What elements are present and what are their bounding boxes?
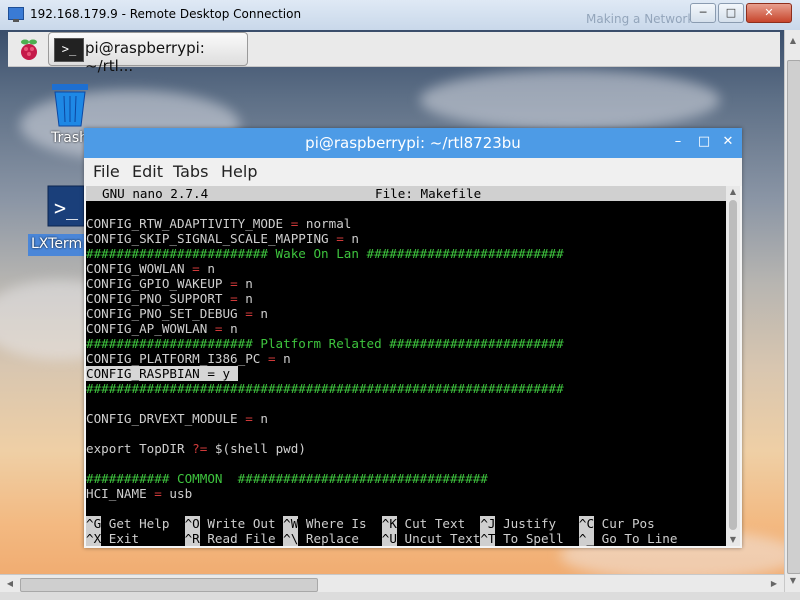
nano-file-label: File: Makefile <box>375 186 482 201</box>
makefile-line: CONFIG_SKIP_SIGNAL_SCALE_MAPPING = n <box>86 231 359 246</box>
background-window-title: Making a Network <box>586 12 695 26</box>
makefile-line: CONFIG_DRVEXT_MODULE = n <box>86 411 268 426</box>
rdc-vertical-scroll-thumb[interactable] <box>787 60 800 574</box>
svg-text:>_: >_ <box>54 196 79 220</box>
taskbar-terminal-label: pi@raspberrypi: ~/rtl... <box>85 39 205 75</box>
makefile-line: CONFIG_PLATFORM_I386_PC = n <box>86 351 291 366</box>
rdc-scroll-right-arrow[interactable]: ▶ <box>767 577 781 591</box>
rdc-scroll-up-arrow[interactable]: ▲ <box>786 34 800 48</box>
terminal-output[interactable]: GNU nano 2.7.4 File: Makefile CONFIG_RTW… <box>86 186 726 546</box>
shortcut-key[interactable]: ^K <box>381 516 397 531</box>
terminal-scrollbar[interactable]: ▲ ▼ <box>726 186 740 546</box>
raspberry-icon <box>21 39 37 60</box>
makefile-line: CONFIG_AP_WOWLAN = n <box>86 321 238 336</box>
raspberry-menu-button[interactable] <box>14 36 44 64</box>
rdc-window-title: 192.168.179.9 - Remote Desktop Connectio… <box>30 7 302 21</box>
rdc-vertical-scrollbar[interactable]: ▲ ▼ <box>784 30 800 592</box>
makefile-line: CONFIG_GPIO_WAKEUP = n <box>86 276 253 291</box>
shortcut-key[interactable]: ^W <box>283 516 299 531</box>
nano-version: GNU nano 2.7.4 <box>102 186 209 201</box>
makefile-comment-line: ########### COMMON #####################… <box>86 471 488 486</box>
rdc-close-button[interactable]: ✕ <box>746 3 792 23</box>
rdc-horizontal-scroll-thumb[interactable] <box>20 578 318 592</box>
rdc-maximize-button[interactable]: □ <box>718 3 744 23</box>
makefile-line: CONFIG_PNO_SET_DEBUG = n <box>86 306 268 321</box>
terminal-icon: >_ <box>54 38 84 62</box>
shortcut-key[interactable]: ^\ <box>283 531 299 546</box>
makefile-line: CONFIG_PNO_SUPPORT = n <box>86 291 253 306</box>
shortcut-key[interactable]: ^_ <box>578 531 595 546</box>
makefile-line: export TopDIR ?= $(shell pwd) <box>86 441 306 456</box>
taskbar-terminal-button[interactable]: >_ pi@raspberrypi: ~/rtl... <box>48 32 248 75</box>
trash-label: Trash <box>51 130 88 146</box>
nano-shortcuts-row-1: ^G Get Help ^O Write Out ^W Where Is ^K … <box>86 516 655 531</box>
shortcut-key[interactable]: ^X <box>86 531 102 546</box>
rdc-minimize-button[interactable]: ─ <box>690 3 716 23</box>
scroll-up-arrow[interactable]: ▲ <box>726 186 740 198</box>
lxterminal-label: LXTerm <box>31 236 83 252</box>
shortcut-key[interactable]: ^J <box>480 516 496 531</box>
rdc-scroll-down-arrow[interactable]: ▼ <box>786 574 800 588</box>
menu-edit[interactable]: Edit <box>132 162 163 181</box>
scroll-down-arrow[interactable]: ▼ <box>726 534 740 546</box>
cloud-decoration <box>420 70 720 130</box>
rdc-titlebar: 192.168.179.9 - Remote Desktop Connectio… <box>0 0 800 31</box>
shortcut-key[interactable]: ^G <box>86 516 102 531</box>
terminal-title: pi@raspberrypi: ~/rtl8723bu <box>305 134 521 152</box>
makefile-comment-line: ###################### Platform Related … <box>86 336 564 351</box>
menu-help[interactable]: Help <box>221 162 257 181</box>
trash-icon[interactable] <box>48 80 92 128</box>
terminal-minimize-button[interactable]: – <box>670 134 686 150</box>
makefile-line: HCI_NAME = usb <box>86 486 193 501</box>
shortcut-key[interactable]: ^T <box>480 531 496 546</box>
shortcut-key[interactable]: ^U <box>381 531 397 546</box>
shortcut-key[interactable]: ^O <box>184 516 200 531</box>
terminal-menubar: File Edit Tabs Help <box>84 158 742 186</box>
terminal-close-button[interactable]: ✕ <box>720 134 736 150</box>
shortcut-key[interactable]: ^R <box>184 531 200 546</box>
makefile-line: CONFIG_RTW_ADAPTIVITY_MODE = normal <box>86 216 352 231</box>
terminal-window: pi@raspberrypi: ~/rtl8723bu – □ ✕ File E… <box>84 128 742 548</box>
lxterminal-icon[interactable]: >_ <box>46 184 86 228</box>
rdc-horizontal-scrollbar[interactable]: ◀ ▶ <box>0 574 784 593</box>
rdc-scroll-left-arrow[interactable]: ◀ <box>3 577 17 591</box>
rdc-bottom-edge <box>0 592 800 600</box>
nano-shortcuts-row-2: ^X Exit ^R Read File ^\ Replace ^U Uncut… <box>86 531 678 546</box>
remote-desktop-icon <box>8 7 24 22</box>
makefile-line: CONFIG_WOWLAN = n <box>86 261 215 276</box>
terminal-titlebar[interactable]: pi@raspberrypi: ~/rtl8723bu – □ ✕ <box>84 128 742 158</box>
terminal-scroll-thumb[interactable] <box>729 200 737 530</box>
terminal-maximize-button[interactable]: □ <box>696 134 712 150</box>
nano-header: GNU nano 2.7.4 File: Makefile <box>86 186 726 201</box>
makefile-line-selected: CONFIG_RASPBIAN = y <box>86 366 238 381</box>
makefile-comment-line: ########################################… <box>86 381 564 396</box>
makefile-comment-line: ######################## Wake On Lan ###… <box>86 246 564 261</box>
menu-file[interactable]: File <box>93 162 120 181</box>
shortcut-key[interactable]: ^C <box>578 516 595 531</box>
menu-tabs[interactable]: Tabs <box>173 162 208 181</box>
